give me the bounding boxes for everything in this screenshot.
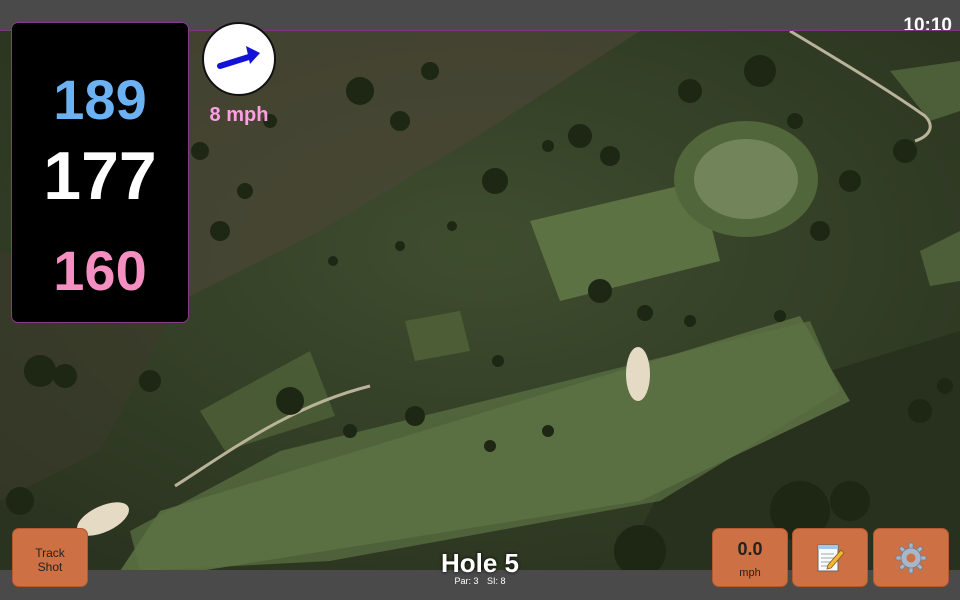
speed-unit: mph	[739, 567, 761, 579]
hole-title: Hole 5	[440, 548, 520, 578]
distance-panel: 189 177 160	[11, 22, 189, 323]
track-shot-button[interactable]: Track Shot	[12, 528, 88, 587]
track-shot-label-line2: Shot	[37, 560, 63, 574]
hole-meta: Par: 3 SI: 8	[380, 576, 580, 586]
settings-button[interactable]	[873, 528, 949, 587]
notepad-pencil-icon	[817, 544, 845, 571]
middle-distance: 177	[43, 138, 157, 214]
wind-speed: 8 mph	[209, 104, 269, 126]
speed-value: 0.0	[737, 539, 763, 559]
wind-arrow-icon	[217, 46, 260, 69]
wind-compass	[202, 22, 276, 96]
front-distance: 160	[53, 239, 147, 302]
gear-icon	[895, 542, 927, 573]
hole-si: SI: 8	[487, 576, 506, 586]
hole-par: Par: 3	[454, 576, 479, 586]
golf-gps-screen: 10:10 189 177 160 8 mph Track Shot Hole …	[0, 0, 960, 600]
back-distance: 189	[53, 68, 147, 131]
scorecard-notes-button[interactable]	[792, 528, 868, 587]
track-shot-label-line1: Track	[35, 546, 65, 560]
swing-speed-button[interactable]: 0.0 mph	[712, 528, 788, 587]
